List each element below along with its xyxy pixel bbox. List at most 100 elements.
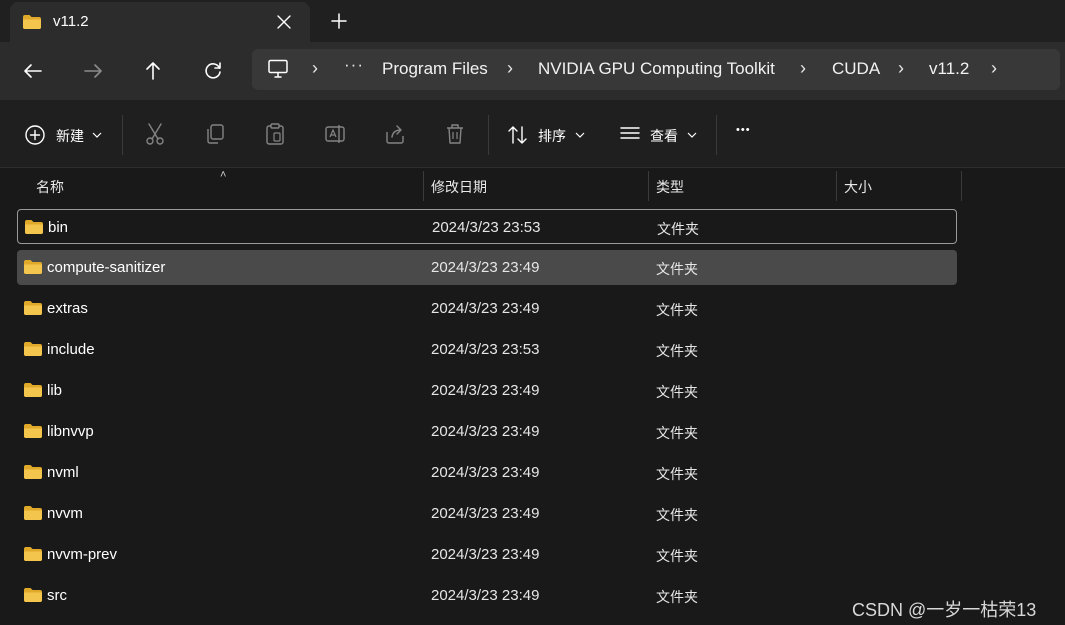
- file-name: extras: [47, 300, 88, 317]
- file-type: 文件夹: [656, 425, 698, 441]
- tab-title: v11.2: [53, 13, 89, 30]
- file-date-modified: 2024/3/23 23:49: [431, 505, 540, 522]
- column-date-modified[interactable]: 修改日期: [431, 177, 487, 197]
- refresh-icon[interactable]: [201, 59, 225, 83]
- chevron-right-icon[interactable]: ›: [898, 58, 904, 79]
- file-name: libnvvp: [47, 423, 94, 440]
- column-name[interactable]: 名称: [36, 177, 64, 197]
- rename-icon[interactable]: [324, 122, 346, 146]
- file-type: 文件夹: [656, 589, 698, 605]
- command-bar: 新建 排序 查看 •••: [0, 100, 1065, 168]
- file-type: 文件夹: [656, 302, 698, 318]
- file-row[interactable]: bin 2024/3/23 23:53 文件夹: [17, 209, 957, 244]
- file-row[interactable]: lib 2024/3/23 23:49 文件夹: [17, 373, 957, 408]
- file-row[interactable]: nvml 2024/3/23 23:49 文件夹: [17, 455, 957, 490]
- column-type[interactable]: 类型: [656, 177, 684, 197]
- list-view-icon: [620, 127, 640, 139]
- back-arrow-icon[interactable]: [21, 59, 45, 83]
- folder-icon: [23, 341, 43, 362]
- file-date-modified: 2024/3/23 23:49: [431, 546, 540, 563]
- file-date-modified: 2024/3/23 23:49: [431, 259, 540, 276]
- file-type: 文件夹: [656, 261, 698, 277]
- file-type: 文件夹: [657, 221, 699, 237]
- chevron-down-icon: [575, 132, 585, 138]
- divider: [716, 115, 717, 155]
- file-row[interactable]: include 2024/3/23 23:53 文件夹: [17, 332, 957, 367]
- column-divider[interactable]: [648, 171, 649, 201]
- chevron-right-icon[interactable]: ›: [800, 58, 806, 79]
- breadcrumb-item[interactable]: v11.2: [929, 59, 969, 79]
- folder-icon: [23, 464, 43, 485]
- folder-icon: [23, 505, 43, 526]
- up-arrow-icon[interactable]: [141, 59, 165, 83]
- file-date-modified: 2024/3/23 23:49: [431, 587, 540, 604]
- copy-icon[interactable]: [204, 122, 226, 146]
- breadcrumb-item[interactable]: NVIDIA GPU Computing Toolkit: [538, 59, 775, 79]
- file-date-modified: 2024/3/23 23:49: [431, 423, 540, 440]
- close-icon[interactable]: [274, 12, 294, 32]
- tab-active[interactable]: v11.2: [10, 2, 310, 42]
- divider: [122, 115, 123, 155]
- file-name: src: [47, 587, 67, 604]
- folder-icon: [23, 300, 43, 321]
- sort-button-label: 排序: [538, 128, 566, 144]
- breadcrumb-item[interactable]: Program Files: [382, 59, 488, 79]
- watermark: CSDN @一岁一枯荣13: [852, 600, 1037, 620]
- file-name: lib: [47, 382, 63, 399]
- folder-icon: [22, 14, 42, 35]
- folder-icon: [23, 546, 43, 567]
- file-type: 文件夹: [656, 466, 698, 482]
- file-row[interactable]: extras 2024/3/23 23:49 文件夹: [17, 291, 957, 326]
- column-divider[interactable]: [836, 171, 837, 201]
- file-row[interactable]: libnvvp 2024/3/23 23:49 文件夹: [17, 414, 957, 449]
- cut-icon[interactable]: [144, 122, 166, 146]
- file-date-modified: 2024/3/23 23:49: [431, 382, 540, 399]
- new-button[interactable]: 新建: [24, 122, 114, 146]
- sort-button[interactable]: 排序: [507, 122, 587, 146]
- file-row[interactable]: compute-sanitizer 2024/3/23 23:49 文件夹: [17, 250, 957, 285]
- folder-icon: [23, 587, 43, 608]
- chevron-right-icon[interactable]: ›: [507, 58, 513, 79]
- folder-icon: [23, 259, 43, 280]
- computer-icon[interactable]: [267, 59, 289, 84]
- file-date-modified: 2024/3/23 23:49: [431, 300, 540, 317]
- navigation-bar: › ··· Program Files › NVIDIA GPU Computi…: [0, 42, 1065, 100]
- file-name: compute-sanitizer: [47, 259, 166, 276]
- breadcrumb-overflow[interactable]: ···: [344, 55, 364, 75]
- share-icon[interactable]: [384, 122, 406, 146]
- forward-arrow-icon[interactable]: [81, 59, 105, 83]
- view-button-label: 查看: [650, 128, 678, 144]
- paste-icon[interactable]: [264, 122, 286, 146]
- column-divider[interactable]: [423, 171, 424, 201]
- more-options-icon[interactable]: •••: [736, 124, 751, 136]
- tab-bar: v11.2: [0, 0, 1065, 42]
- delete-icon[interactable]: [444, 122, 466, 146]
- file-type: 文件夹: [656, 507, 698, 523]
- file-name: nvvm: [47, 505, 83, 522]
- sort-ascending-icon: ˄: [220, 169, 227, 181]
- new-button-label: 新建: [56, 128, 84, 144]
- folder-icon: [23, 423, 43, 444]
- file-row[interactable]: src 2024/3/23 23:49 文件夹: [17, 578, 957, 613]
- folder-icon: [23, 382, 43, 403]
- chevron-right-icon[interactable]: ›: [312, 58, 318, 79]
- new-tab-button[interactable]: [330, 12, 348, 30]
- file-row[interactable]: nvvm 2024/3/23 23:49 文件夹: [17, 496, 957, 531]
- breadcrumb-item[interactable]: CUDA: [832, 59, 880, 79]
- chevron-right-icon[interactable]: ›: [991, 58, 997, 79]
- view-button[interactable]: 查看: [619, 122, 699, 146]
- chevron-down-icon: [92, 132, 102, 138]
- divider: [488, 115, 489, 155]
- file-name: include: [47, 341, 95, 358]
- file-row[interactable]: nvvm-prev 2024/3/23 23:49 文件夹: [17, 537, 957, 572]
- column-size[interactable]: 大小: [844, 177, 872, 197]
- file-name: nvvm-prev: [47, 546, 118, 563]
- file-date-modified: 2024/3/23 23:53: [432, 219, 541, 236]
- folder-icon: [24, 219, 44, 240]
- address-bar[interactable]: › ··· Program Files › NVIDIA GPU Computi…: [252, 49, 1060, 90]
- file-name: nvml: [47, 464, 79, 481]
- column-divider[interactable]: [961, 171, 962, 201]
- file-name: bin: [48, 219, 69, 236]
- file-date-modified: 2024/3/23 23:53: [431, 341, 540, 358]
- file-type: 文件夹: [656, 343, 698, 359]
